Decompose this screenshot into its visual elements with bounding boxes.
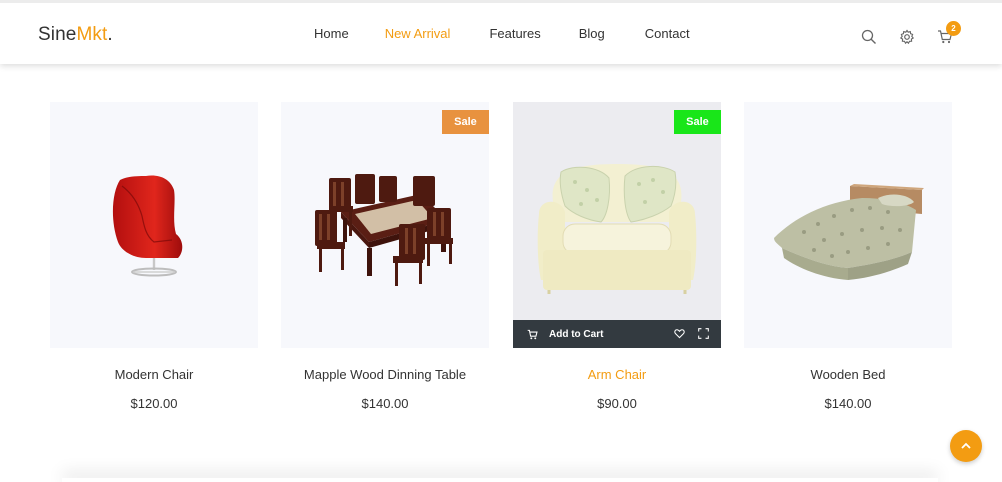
nav-features[interactable]: Features [489,26,540,41]
chevron-up-icon [961,442,971,449]
gear-icon[interactable] [899,29,917,47]
heart-icon[interactable] [674,328,685,339]
add-to-cart-label: Add to Cart [549,328,604,340]
nav-home[interactable]: Home [314,26,349,41]
product-title[interactable]: Modern Chair [50,367,258,382]
product-title[interactable]: Arm Chair [513,367,721,382]
product-image-area[interactable] [50,102,258,348]
product-card[interactable]: Sale Mapple Wood Dinning Table $140.00 [281,102,489,411]
dining-table-image [315,174,453,286]
product-card[interactable]: Sale Add to Cart Arm Chair $90.00 [513,102,721,411]
site-header: SineMkt. Home New Arrival Features Blog … [0,0,1002,64]
add-to-cart-button[interactable]: Add to Cart [527,329,603,340]
product-price: $140.00 [361,396,409,411]
expand-icon[interactable] [698,328,709,339]
cart-icon [527,329,538,339]
next-section-edge [62,478,938,482]
product-title[interactable]: Wooden Bed [744,367,952,382]
cart-count-badge: 2 [946,21,961,36]
nav-blog[interactable]: Blog [579,26,605,41]
main-nav: Home New Arrival Features Blog Contact [314,26,726,41]
product-action-bar: Add to Cart [513,320,721,348]
bed-image [774,184,924,280]
product-image-area[interactable]: Sale [281,102,489,348]
product-image-area[interactable]: Sale Add to Cart [513,102,721,348]
product-card[interactable]: Modern Chair $120.00 [50,102,258,411]
product-price: $90.00 [597,396,637,411]
product-price: $140.00 [824,396,872,411]
scroll-to-top-button[interactable] [950,430,982,462]
nav-contact[interactable]: Contact [645,26,690,41]
brand-accent: Mkt [76,24,108,45]
product-image-area[interactable] [744,102,952,348]
sale-badge: Sale [674,110,721,134]
egg-chair-image [112,175,183,277]
brand-logo[interactable]: SineMkt. [38,24,113,46]
search-icon[interactable] [861,29,879,47]
nav-new-arrival[interactable]: New Arrival [385,26,451,41]
brand-name: Sine [38,24,77,45]
product-card[interactable]: Wooden Bed $140.00 [744,102,952,411]
arm-chair-image [537,164,697,294]
product-price: $120.00 [130,396,178,411]
sale-badge: Sale [442,110,489,134]
product-title[interactable]: Mapple Wood Dinning Table [281,367,489,382]
brand-dot: . [107,24,113,45]
